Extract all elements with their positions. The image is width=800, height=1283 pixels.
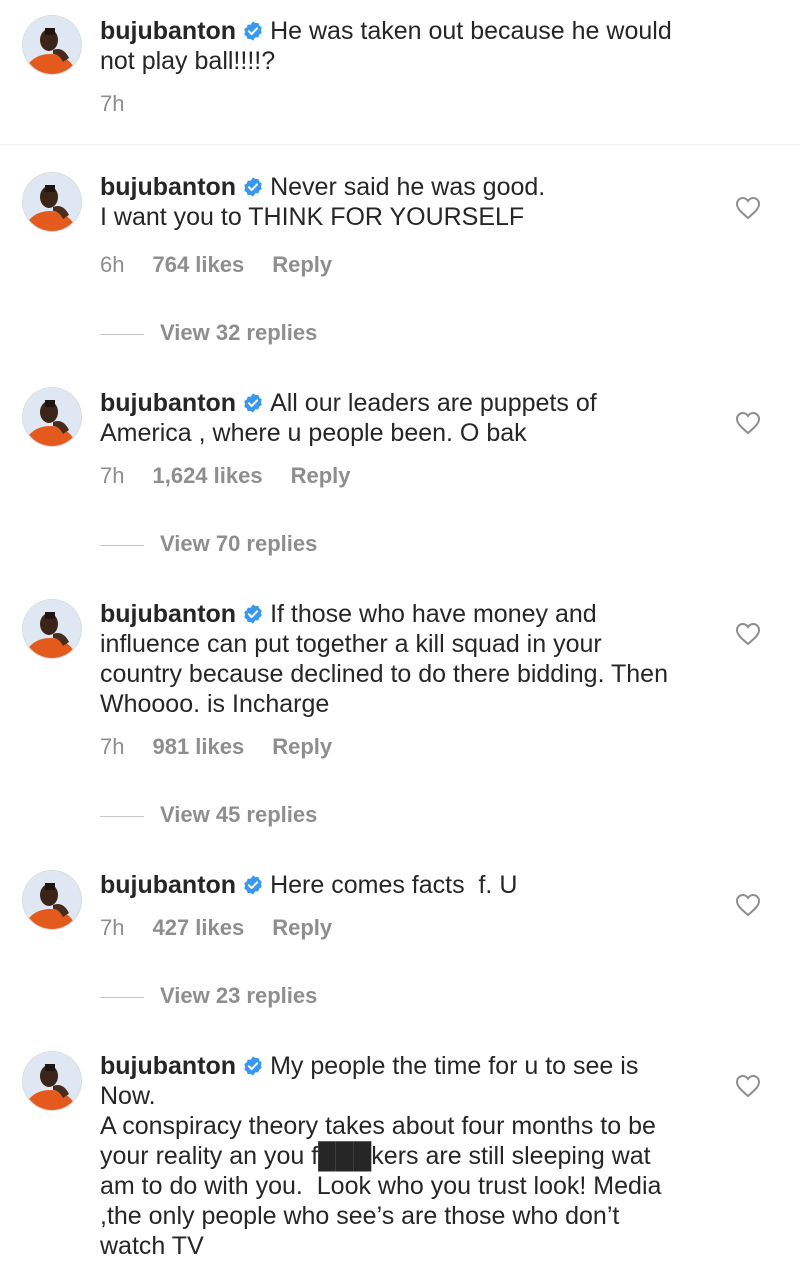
reply-button[interactable]: Reply bbox=[291, 463, 351, 488]
view-replies-label: View 23 replies bbox=[160, 983, 318, 1008]
comment-meta: 6h 764 likes Reply bbox=[100, 252, 332, 278]
heart-outline-icon[interactable] bbox=[735, 622, 761, 646]
verified-badge-icon bbox=[244, 604, 262, 624]
comment-text: bujubanton Here comes facts f. U bbox=[100, 870, 700, 900]
timestamp: 7h bbox=[100, 734, 125, 759]
comment-text: bujubanton He was taken out because he wo… bbox=[100, 16, 700, 76]
comment-text: bujubanton If those who have money and in… bbox=[100, 599, 670, 719]
verified-badge-icon bbox=[244, 1056, 262, 1076]
view-replies-label: View 32 replies bbox=[160, 320, 318, 345]
view-replies-button[interactable]: View 23 replies bbox=[100, 983, 317, 1009]
avatar[interactable] bbox=[23, 871, 81, 929]
timestamp: 7h bbox=[100, 91, 125, 116]
replies-line bbox=[100, 544, 144, 546]
avatar[interactable] bbox=[23, 173, 81, 231]
replies-line bbox=[100, 333, 144, 335]
timestamp: 7h bbox=[100, 463, 125, 488]
view-replies-label: View 70 replies bbox=[160, 531, 318, 556]
reply-button[interactable]: Reply bbox=[272, 252, 332, 277]
comment-meta: 7h 981 likes Reply bbox=[100, 734, 332, 760]
comment-body: My people the time for u to see is Now. … bbox=[100, 1052, 662, 1260]
heart-outline-icon[interactable] bbox=[735, 196, 761, 220]
divider bbox=[0, 144, 800, 145]
timestamp: 6h bbox=[100, 252, 125, 277]
verified-badge-icon bbox=[244, 393, 262, 413]
comment-meta: 7h 1,624 likes Reply bbox=[100, 463, 351, 489]
avatar[interactable] bbox=[23, 1052, 81, 1110]
username[interactable]: bujubanton bbox=[100, 871, 236, 899]
likes-count[interactable]: 981 likes bbox=[152, 734, 244, 759]
username[interactable]: bujubanton bbox=[100, 600, 236, 628]
likes-count[interactable]: 764 likes bbox=[152, 252, 244, 277]
view-replies-button[interactable]: View 70 replies bbox=[100, 531, 317, 557]
verified-badge-icon bbox=[244, 875, 262, 895]
timestamp: 7h bbox=[100, 915, 125, 940]
username[interactable]: bujubanton bbox=[100, 389, 236, 417]
replies-line bbox=[100, 996, 144, 998]
comment-meta: 7h 427 likes Reply bbox=[100, 915, 332, 941]
reply-button[interactable]: Reply bbox=[272, 915, 332, 940]
heart-outline-icon[interactable] bbox=[735, 411, 761, 435]
username[interactable]: bujubanton bbox=[100, 1052, 236, 1080]
comment-body: Here comes facts f. U bbox=[270, 871, 518, 899]
reply-button[interactable]: Reply bbox=[272, 734, 332, 759]
likes-count[interactable]: 1,624 likes bbox=[152, 463, 262, 488]
view-replies-button[interactable]: View 32 replies bbox=[100, 320, 317, 346]
comment-text: bujubanton My people the time for u to se… bbox=[100, 1051, 690, 1261]
view-replies-button[interactable]: View 45 replies bbox=[100, 802, 317, 828]
comment-meta: 7h bbox=[100, 91, 124, 117]
view-replies-label: View 45 replies bbox=[160, 802, 318, 827]
verified-badge-icon bbox=[244, 21, 262, 41]
replies-line bbox=[100, 815, 144, 817]
likes-count[interactable]: 427 likes bbox=[152, 915, 244, 940]
comment-text: bujubanton Never said he was good. I want… bbox=[100, 172, 700, 232]
username[interactable]: bujubanton bbox=[100, 17, 236, 45]
username[interactable]: bujubanton bbox=[100, 173, 236, 201]
comment-text: bujubanton All our leaders are puppets of… bbox=[100, 388, 660, 448]
heart-outline-icon[interactable] bbox=[735, 1074, 761, 1098]
avatar[interactable] bbox=[23, 388, 81, 446]
verified-badge-icon bbox=[244, 177, 262, 197]
heart-outline-icon[interactable] bbox=[735, 893, 761, 917]
avatar[interactable] bbox=[23, 600, 81, 658]
avatar[interactable] bbox=[23, 16, 81, 74]
